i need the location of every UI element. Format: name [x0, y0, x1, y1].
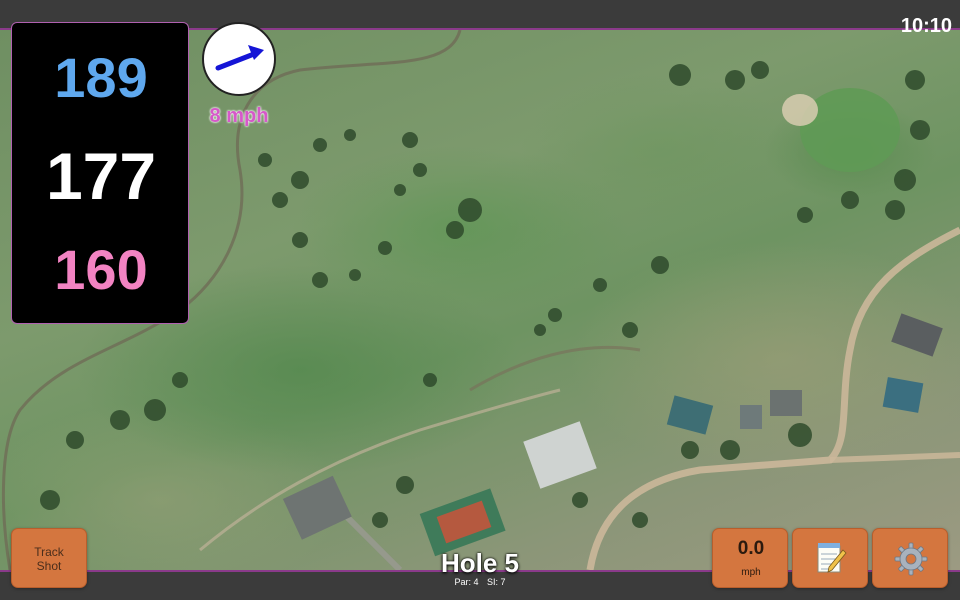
- hole-title: Hole 5: [440, 548, 520, 578]
- golf-gps-app: 10:10 189 177 160 8 mph Track Shot Hole …: [0, 0, 960, 600]
- scorecard-notes-button[interactable]: [792, 528, 868, 588]
- speed-button[interactable]: 0.0 mph: [712, 528, 788, 588]
- wind-speed: 8 mph: [209, 105, 269, 127]
- gear-icon: [894, 542, 928, 576]
- clock: 10:10: [900, 15, 952, 37]
- wind-arrow-icon: [215, 45, 264, 71]
- hole-par: Par: 4: [454, 577, 479, 587]
- speed-value: 0.0: [737, 538, 765, 559]
- speed-unit: mph: [741, 567, 761, 578]
- notepad-icon: [817, 543, 847, 573]
- settings-button[interactable]: [872, 528, 948, 588]
- middle-distance: 177: [45, 139, 157, 213]
- track-shot-button[interactable]: Track Shot: [11, 528, 87, 588]
- front-distance: 160: [54, 238, 148, 301]
- hole-stroke-index: SI: 7: [487, 577, 506, 587]
- hole-details: Par: 4 SI: 7: [380, 577, 580, 587]
- wind-indicator: [202, 22, 276, 96]
- track-shot-label-line2: Shot: [36, 559, 62, 573]
- track-shot-label-line1: Track: [34, 545, 64, 559]
- back-distance: 189: [54, 46, 148, 109]
- distance-panel[interactable]: 189 177 160: [11, 22, 189, 324]
